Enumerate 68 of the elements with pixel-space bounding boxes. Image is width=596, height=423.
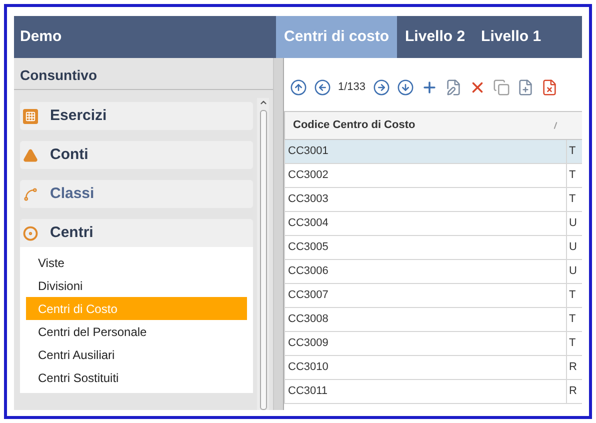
edit-document-icon <box>444 79 462 96</box>
table-cell-text: U <box>568 216 578 232</box>
app-title: Demo <box>19 26 63 47</box>
table-cell: CC3001 <box>285 140 567 163</box>
table-cell-text: T <box>568 192 577 208</box>
table-row[interactable]: CC3006 U <box>284 260 582 284</box>
column-header[interactable]: Codice Centro di Costo <box>285 117 555 134</box>
table-row[interactable]: CC3011 R <box>284 380 582 404</box>
new-document-button[interactable] <box>516 79 534 96</box>
table-row[interactable]: CC3002 T <box>284 164 582 188</box>
table-row[interactable]: CC3003 T <box>284 188 582 212</box>
table-cell: CC3005 <box>285 236 567 259</box>
sidebar-title: Consuntivo <box>14 58 273 90</box>
table-cell: CC3009 <box>285 332 567 355</box>
table-cell-text: T <box>568 288 577 304</box>
line-icon <box>23 186 38 202</box>
left-arrow-button[interactable] <box>314 79 331 96</box>
right-arrow-button[interactable] <box>372 79 390 96</box>
new-document-icon <box>516 79 534 96</box>
table-cell-text: U <box>568 264 578 280</box>
table-cell-text: R <box>568 384 578 400</box>
table-cell-text: T <box>568 168 577 184</box>
table-row[interactable]: CC3008 T <box>284 308 582 332</box>
sidebar-item[interactable]: Centri Ausiliari <box>26 343 247 366</box>
accordion-header[interactable]: Conti <box>20 141 253 169</box>
accordion-header[interactable]: Centri <box>20 219 253 247</box>
table-cell: CC3007 <box>285 284 567 307</box>
sidebar-item[interactable]: Centri del Personale <box>26 320 247 343</box>
table-cell: CC3011 <box>285 380 567 403</box>
sidebar-item[interactable]: Divisioni <box>26 274 247 297</box>
remove-document-button[interactable] <box>540 79 558 96</box>
table-row[interactable]: CC3009 T <box>284 332 582 356</box>
header-tab[interactable]: Livello 2 <box>397 16 474 58</box>
accordion-header[interactable]: Esercizi <box>20 102 253 130</box>
add-icon <box>420 79 438 96</box>
scroll-up-icon <box>258 98 268 107</box>
sidebar-item[interactable]: Viste <box>26 251 247 274</box>
table-cell: CC3002 <box>285 164 567 187</box>
table-cell-text: T <box>568 144 577 160</box>
grid-icon <box>23 108 38 124</box>
copy-icon <box>492 79 510 96</box>
record-counter: 1/133 <box>338 80 366 96</box>
edit-document-button[interactable] <box>444 79 462 96</box>
table-cell: CC3010 <box>285 356 567 379</box>
table-cell-text: R <box>568 360 578 376</box>
table-cell-text: U <box>568 240 578 256</box>
target-icon <box>23 226 38 240</box>
table-cell: CC3006 <box>285 260 567 283</box>
triangle-icon <box>23 148 38 162</box>
scroll-thumb[interactable] <box>260 110 266 410</box>
down-arrow-button[interactable] <box>396 79 414 96</box>
header-tab[interactable]: Livello 1 <box>473 16 550 58</box>
table-row[interactable]: CC3005 U <box>284 236 582 260</box>
table-row[interactable]: CC3004 U <box>284 212 582 236</box>
table-cell-text: T <box>568 312 577 328</box>
table-cell-text: T <box>568 336 577 352</box>
remove-document-icon <box>540 79 558 96</box>
up-arrow-button[interactable] <box>290 79 307 96</box>
sidebar-item[interactable]: Centri Sostituiti <box>26 366 247 389</box>
copy-button[interactable] <box>492 79 510 96</box>
table-cell: CC3003 <box>285 188 567 211</box>
table-cell: CC3008 <box>285 308 567 331</box>
accordion-header[interactable]: Classi <box>20 180 253 208</box>
table-cell: CC3004 <box>285 212 567 235</box>
table-row[interactable]: CC3010 R <box>284 356 582 380</box>
table-row[interactable]: CC3001 T <box>284 140 582 164</box>
add-button[interactable] <box>420 79 438 96</box>
table-row[interactable]: CC3007 T <box>284 284 582 308</box>
